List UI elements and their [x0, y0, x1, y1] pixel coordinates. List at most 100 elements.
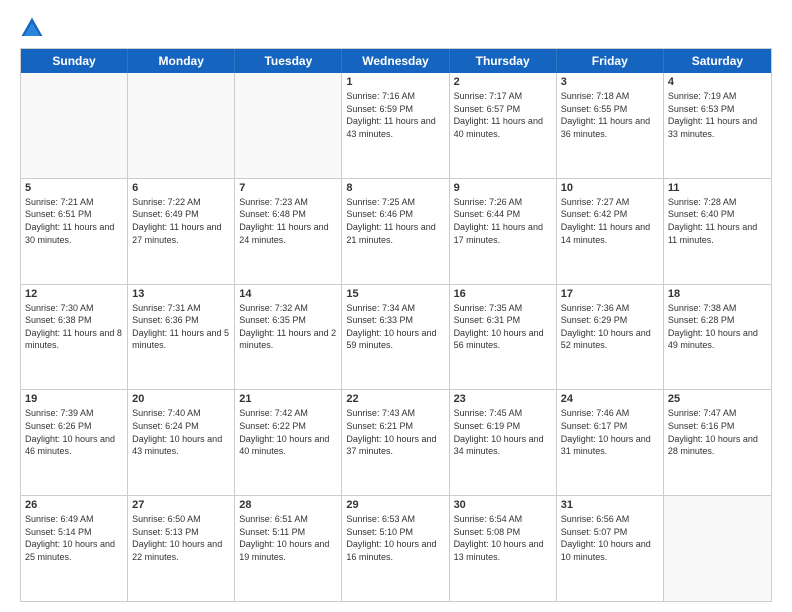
calendar-row-1: 5 Sunrise: 7:21 AM Sunset: 6:51 PM Daylig… [21, 178, 771, 284]
day-number-12: 12 [25, 288, 123, 300]
header [20, 16, 772, 40]
day-number-14: 14 [239, 288, 337, 300]
day-info-30: Sunrise: 6:54 AM Sunset: 5:08 PM Dayligh… [454, 513, 552, 563]
day-info-21: Sunrise: 7:42 AM Sunset: 6:22 PM Dayligh… [239, 407, 337, 457]
calendar-row-3: 19 Sunrise: 7:39 AM Sunset: 6:26 PM Dayli… [21, 389, 771, 495]
calendar: SundayMondayTuesdayWednesdayThursdayFrid… [20, 48, 772, 602]
day-number-7: 7 [239, 182, 337, 194]
day-cell-19: 19 Sunrise: 7:39 AM Sunset: 6:26 PM Dayli… [21, 390, 128, 495]
calendar-row-4: 26 Sunrise: 6:49 AM Sunset: 5:14 PM Dayli… [21, 495, 771, 601]
weekday-header-thursday: Thursday [450, 49, 557, 73]
day-number-30: 30 [454, 499, 552, 511]
day-cell-16: 16 Sunrise: 7:35 AM Sunset: 6:31 PM Dayli… [450, 285, 557, 390]
day-info-9: Sunrise: 7:26 AM Sunset: 6:44 PM Dayligh… [454, 196, 552, 246]
day-number-25: 25 [668, 393, 767, 405]
day-info-2: Sunrise: 7:17 AM Sunset: 6:57 PM Dayligh… [454, 90, 552, 140]
day-number-16: 16 [454, 288, 552, 300]
weekday-header-wednesday: Wednesday [342, 49, 449, 73]
day-number-1: 1 [346, 76, 444, 88]
day-number-9: 9 [454, 182, 552, 194]
calendar-row-0: 1 Sunrise: 7:16 AM Sunset: 6:59 PM Daylig… [21, 73, 771, 178]
day-number-10: 10 [561, 182, 659, 194]
empty-cell-0-1 [128, 73, 235, 178]
day-number-23: 23 [454, 393, 552, 405]
day-cell-25: 25 Sunrise: 7:47 AM Sunset: 6:16 PM Dayli… [664, 390, 771, 495]
day-cell-15: 15 Sunrise: 7:34 AM Sunset: 6:33 PM Dayli… [342, 285, 449, 390]
day-info-28: Sunrise: 6:51 AM Sunset: 5:11 PM Dayligh… [239, 513, 337, 563]
day-cell-2: 2 Sunrise: 7:17 AM Sunset: 6:57 PM Daylig… [450, 73, 557, 178]
empty-cell-0-2 [235, 73, 342, 178]
day-info-18: Sunrise: 7:38 AM Sunset: 6:28 PM Dayligh… [668, 302, 767, 352]
day-cell-31: 31Sunrise: 6:56 AM Sunset: 5:07 PM Dayli… [557, 496, 664, 601]
day-cell-1: 1 Sunrise: 7:16 AM Sunset: 6:59 PM Daylig… [342, 73, 449, 178]
day-info-16: Sunrise: 7:35 AM Sunset: 6:31 PM Dayligh… [454, 302, 552, 352]
day-info-4: Sunrise: 7:19 AM Sunset: 6:53 PM Dayligh… [668, 90, 767, 140]
day-number-11: 11 [668, 182, 767, 194]
logo-icon [20, 16, 44, 40]
day-cell-3: 3 Sunrise: 7:18 AM Sunset: 6:55 PM Daylig… [557, 73, 664, 178]
day-cell-28: 28 Sunrise: 6:51 AM Sunset: 5:11 PM Dayli… [235, 496, 342, 601]
day-cell-8: 8 Sunrise: 7:25 AM Sunset: 6:46 PM Daylig… [342, 179, 449, 284]
empty-cell-0-0 [21, 73, 128, 178]
day-number-15: 15 [346, 288, 444, 300]
day-number-19: 19 [25, 393, 123, 405]
day-cell-29: 29Sunrise: 6:53 AM Sunset: 5:10 PM Dayli… [342, 496, 449, 601]
day-info-22: Sunrise: 7:43 AM Sunset: 6:21 PM Dayligh… [346, 407, 444, 457]
weekday-header-tuesday: Tuesday [235, 49, 342, 73]
day-number-28: 28 [239, 499, 337, 511]
day-info-5: Sunrise: 7:21 AM Sunset: 6:51 PM Dayligh… [25, 196, 123, 246]
day-cell-23: 23 Sunrise: 7:45 AM Sunset: 6:19 PM Dayli… [450, 390, 557, 495]
day-cell-26: 26 Sunrise: 6:49 AM Sunset: 5:14 PM Dayli… [21, 496, 128, 601]
day-info-1: Sunrise: 7:16 AM Sunset: 6:59 PM Dayligh… [346, 90, 444, 140]
day-info-11: Sunrise: 7:28 AM Sunset: 6:40 PM Dayligh… [668, 196, 767, 246]
day-cell-10: 10 Sunrise: 7:27 AM Sunset: 6:42 PM Dayli… [557, 179, 664, 284]
day-info-17: Sunrise: 7:36 AM Sunset: 6:29 PM Dayligh… [561, 302, 659, 352]
day-number-20: 20 [132, 393, 230, 405]
day-info-3: Sunrise: 7:18 AM Sunset: 6:55 PM Dayligh… [561, 90, 659, 140]
day-number-24: 24 [561, 393, 659, 405]
day-cell-7: 7 Sunrise: 7:23 AM Sunset: 6:48 PM Daylig… [235, 179, 342, 284]
page: SundayMondayTuesdayWednesdayThursdayFrid… [0, 0, 792, 612]
day-number-18: 18 [668, 288, 767, 300]
day-number-21: 21 [239, 393, 337, 405]
weekday-header-friday: Friday [557, 49, 664, 73]
day-number-22: 22 [346, 393, 444, 405]
day-number-3: 3 [561, 76, 659, 88]
day-info-15: Sunrise: 7:34 AM Sunset: 6:33 PM Dayligh… [346, 302, 444, 352]
calendar-header: SundayMondayTuesdayWednesdayThursdayFrid… [21, 49, 771, 73]
day-number-4: 4 [668, 76, 767, 88]
day-number-17: 17 [561, 288, 659, 300]
day-cell-18: 18 Sunrise: 7:38 AM Sunset: 6:28 PM Dayli… [664, 285, 771, 390]
day-info-14: Sunrise: 7:32 AM Sunset: 6:35 PM Dayligh… [239, 302, 337, 352]
day-info-13: Sunrise: 7:31 AM Sunset: 6:36 PM Dayligh… [132, 302, 230, 352]
day-info-10: Sunrise: 7:27 AM Sunset: 6:42 PM Dayligh… [561, 196, 659, 246]
day-cell-30: 30 Sunrise: 6:54 AM Sunset: 5:08 PM Dayli… [450, 496, 557, 601]
weekday-header-sunday: Sunday [21, 49, 128, 73]
day-info-24: Sunrise: 7:46 AM Sunset: 6:17 PM Dayligh… [561, 407, 659, 457]
day-info-26: Sunrise: 6:49 AM Sunset: 5:14 PM Dayligh… [25, 513, 123, 563]
day-cell-13: 13Sunrise: 7:31 AM Sunset: 6:36 PM Dayli… [128, 285, 235, 390]
day-number-26: 26 [25, 499, 123, 511]
day-cell-21: 21 Sunrise: 7:42 AM Sunset: 6:22 PM Dayli… [235, 390, 342, 495]
day-number-8: 8 [346, 182, 444, 194]
day-info-7: Sunrise: 7:23 AM Sunset: 6:48 PM Dayligh… [239, 196, 337, 246]
day-number-2: 2 [454, 76, 552, 88]
empty-cell-4-6 [664, 496, 771, 601]
day-info-29: Sunrise: 6:53 AM Sunset: 5:10 PM Dayligh… [346, 513, 444, 563]
day-cell-24: 24 Sunrise: 7:46 AM Sunset: 6:17 PM Dayli… [557, 390, 664, 495]
day-number-27: 27 [132, 499, 230, 511]
weekday-header-saturday: Saturday [664, 49, 771, 73]
day-cell-6: 6Sunrise: 7:22 AM Sunset: 6:49 PM Daylig… [128, 179, 235, 284]
day-cell-22: 22 Sunrise: 7:43 AM Sunset: 6:21 PM Dayli… [342, 390, 449, 495]
day-number-5: 5 [25, 182, 123, 194]
day-info-8: Sunrise: 7:25 AM Sunset: 6:46 PM Dayligh… [346, 196, 444, 246]
day-info-19: Sunrise: 7:39 AM Sunset: 6:26 PM Dayligh… [25, 407, 123, 457]
day-cell-17: 17 Sunrise: 7:36 AM Sunset: 6:29 PM Dayli… [557, 285, 664, 390]
weekday-header-monday: Monday [128, 49, 235, 73]
day-cell-14: 14 Sunrise: 7:32 AM Sunset: 6:35 PM Dayli… [235, 285, 342, 390]
day-info-25: Sunrise: 7:47 AM Sunset: 6:16 PM Dayligh… [668, 407, 767, 457]
calendar-body: 1 Sunrise: 7:16 AM Sunset: 6:59 PM Daylig… [21, 73, 771, 601]
day-cell-4: 4 Sunrise: 7:19 AM Sunset: 6:53 PM Daylig… [664, 73, 771, 178]
day-info-6: Sunrise: 7:22 AM Sunset: 6:49 PM Dayligh… [132, 196, 230, 246]
day-info-23: Sunrise: 7:45 AM Sunset: 6:19 PM Dayligh… [454, 407, 552, 457]
